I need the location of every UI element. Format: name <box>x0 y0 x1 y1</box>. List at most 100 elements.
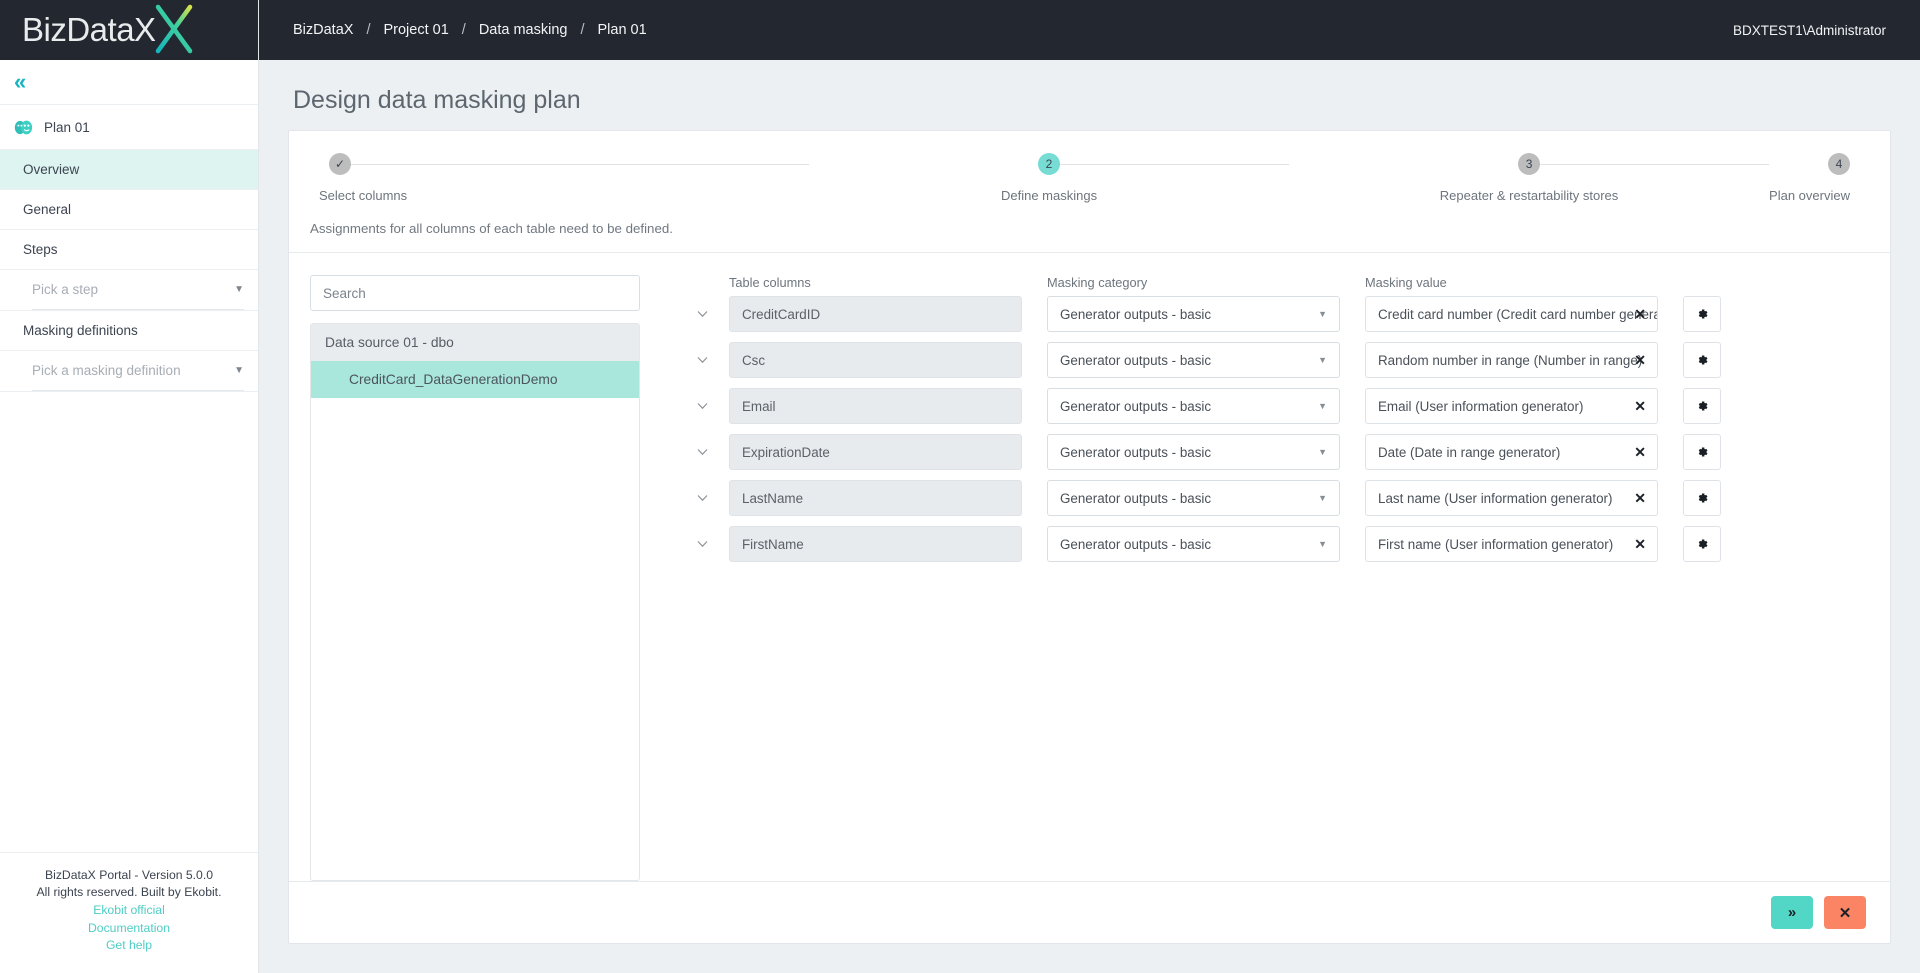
chevron-down-icon: ▼ <box>1318 309 1327 319</box>
close-x-icon[interactable]: ✕ <box>1634 491 1646 505</box>
wizard-card: ✓ Select columns 2 Define maskings 3 Rep… <box>288 130 1891 944</box>
column-name-field: FirstName <box>729 526 1022 562</box>
grid-header-row: Table columns Masking category Masking v… <box>697 275 1865 290</box>
masking-settings-button[interactable] <box>1683 526 1721 562</box>
step-picker-dropdown[interactable]: Pick a step ▼ <box>32 270 244 310</box>
masking-category-select[interactable]: Generator outputs - basic ▼ <box>1047 296 1340 332</box>
gear-icon <box>1698 355 1708 365</box>
masking-value-field[interactable]: Date (Date in range generator) ✕ <box>1365 434 1658 470</box>
brand-logo[interactable]: BizDataX <box>0 0 258 60</box>
gear-icon <box>1698 447 1708 457</box>
wizard-actions: » ✕ <box>289 881 1890 943</box>
sidebar-section-steps: Steps <box>0 230 258 270</box>
topbar: BizDataX / Project 01 / Data masking / P… <box>259 0 1920 60</box>
cancel-button[interactable]: ✕ <box>1824 896 1866 929</box>
footer-version: BizDataX Portal - Version 5.0.0 <box>45 867 213 882</box>
masking-definition-picker-dropdown[interactable]: Pick a masking definition ▼ <box>32 351 244 391</box>
sidebar-section-masking-definitions: Masking definitions <box>0 311 258 351</box>
next-button[interactable]: » <box>1771 896 1813 929</box>
masking-value-field[interactable]: Random number in range (Number in range)… <box>1365 342 1658 378</box>
masking-value-text: Last name (User information generator) <box>1378 490 1613 506</box>
masking-value-text: Random number in range (Number in range) <box>1378 352 1643 368</box>
step-connector <box>351 164 810 165</box>
sidebar-collapse-button[interactable]: « <box>0 60 258 105</box>
close-x-icon[interactable]: ✕ <box>1634 445 1646 459</box>
masking-category-value: Generator outputs - basic <box>1060 490 1212 506</box>
column-name-field: Csc <box>729 342 1022 378</box>
wizard-body: Data source 01 - dbo CreditCard_DataGene… <box>289 253 1890 881</box>
step-marker: ✓ <box>329 153 351 175</box>
sidebar-plan-label: Plan 01 <box>44 119 90 135</box>
footer-link-documentation[interactable]: Documentation <box>10 920 248 938</box>
step-marker: 3 <box>1518 153 1541 175</box>
close-x-icon[interactable]: ✕ <box>1634 353 1646 367</box>
masking-category-select[interactable]: Generator outputs - basic ▼ <box>1047 526 1340 562</box>
breadcrumb-item-project-01[interactable]: Project 01 <box>383 22 448 38</box>
sidebar-item-label: Masking definitions <box>23 323 138 338</box>
sidebar-item-label: General <box>23 202 72 217</box>
masking-category-value: Generator outputs - basic <box>1060 536 1212 552</box>
gear-icon <box>1698 539 1708 549</box>
sidebar-footer: BizDataX Portal - Version 5.0.0 All righ… <box>0 851 258 973</box>
grid-header-masking-category: Masking category <box>1047 275 1148 290</box>
step-marker: 2 <box>1038 153 1061 175</box>
tree-node-table-selected[interactable]: CreditCard_DataGenerationDemo <box>311 361 639 398</box>
sidebar-item-label: Steps <box>23 242 58 257</box>
masking-category-select[interactable]: Generator outputs - basic ▼ <box>1047 342 1340 378</box>
masking-value-field[interactable]: Credit card number (Credit card number g… <box>1365 296 1658 332</box>
breadcrumb-item-plan-01[interactable]: Plan 01 <box>598 22 647 38</box>
masking-category-value: Generator outputs - basic <box>1060 398 1212 414</box>
masking-category-select[interactable]: Generator outputs - basic ▼ <box>1047 480 1340 516</box>
tree-node-data-source[interactable]: Data source 01 - dbo <box>311 324 639 361</box>
grid-header-masking-value: Masking value <box>1365 275 1447 290</box>
masking-category-value: Generator outputs - basic <box>1060 444 1212 460</box>
chevron-down-icon <box>697 495 708 502</box>
chevron-down-icon: ▼ <box>1318 539 1327 549</box>
row-expand-toggle[interactable] <box>697 402 729 410</box>
masking-category-select[interactable]: Generator outputs - basic ▼ <box>1047 388 1340 424</box>
masking-value-field[interactable]: Email (User information generator) ✕ <box>1365 388 1658 424</box>
wizard-step-select-columns[interactable]: ✓ Select columns <box>319 153 810 203</box>
search-input[interactable] <box>310 275 640 311</box>
table-tree: Data source 01 - dbo CreditCard_DataGene… <box>310 323 640 881</box>
row-expand-toggle[interactable] <box>697 540 729 548</box>
breadcrumb-item-data-masking[interactable]: Data masking <box>479 22 568 38</box>
row-expand-toggle[interactable] <box>697 448 729 456</box>
chevron-down-icon <box>697 357 708 364</box>
row-expand-toggle[interactable] <box>697 356 729 364</box>
masking-category-select[interactable]: Generator outputs - basic ▼ <box>1047 434 1340 470</box>
close-x-icon[interactable]: ✕ <box>1634 307 1646 321</box>
row-expand-toggle[interactable] <box>697 494 729 502</box>
breadcrumb-item-bizdatax[interactable]: BizDataX <box>293 22 353 38</box>
sidebar-plan-item[interactable]: Plan 01 <box>0 105 258 150</box>
sidebar-item-overview[interactable]: Overview <box>0 150 258 190</box>
close-x-icon[interactable]: ✕ <box>1634 399 1646 413</box>
sidebar-item-general[interactable]: General <box>0 190 258 230</box>
current-user-label[interactable]: BDXTEST1\Administrator <box>1733 23 1886 38</box>
chevron-down-icon: ▼ <box>1318 355 1327 365</box>
footer-link-get-help[interactable]: Get help <box>10 937 248 955</box>
masking-value-field[interactable]: First name (User information generator) … <box>1365 526 1658 562</box>
masking-settings-button[interactable] <box>1683 342 1721 378</box>
row-expand-toggle[interactable] <box>697 310 729 318</box>
masking-category-value: Generator outputs - basic <box>1060 306 1212 322</box>
wizard-step-repeater-restartability[interactable]: 3 Repeater & restartability stores <box>1289 153 1770 203</box>
chevron-down-icon: ▼ <box>1318 447 1327 457</box>
masking-value-text: Credit card number (Credit card number g… <box>1378 306 1658 322</box>
step-label: Plan overview <box>1769 188 1850 203</box>
chevron-down-icon: ▼ <box>1318 493 1327 503</box>
masking-settings-button[interactable] <box>1683 434 1721 470</box>
wizard-step-define-maskings[interactable]: 2 Define maskings <box>809 153 1290 203</box>
gear-icon <box>1698 401 1708 411</box>
step-connector <box>1540 164 1770 165</box>
step-label: Select columns <box>319 188 408 203</box>
close-x-icon[interactable]: ✕ <box>1634 537 1646 551</box>
masking-settings-button[interactable] <box>1683 480 1721 516</box>
masking-settings-button[interactable] <box>1683 296 1721 332</box>
masking-settings-button[interactable] <box>1683 388 1721 424</box>
masking-value-field[interactable]: Last name (User information generator) ✕ <box>1365 480 1658 516</box>
footer-link-ekobit-official[interactable]: Ekobit official <box>10 902 248 920</box>
gear-icon <box>1698 309 1708 319</box>
wizard-step-plan-overview[interactable]: 4 Plan overview <box>1769 153 1850 203</box>
